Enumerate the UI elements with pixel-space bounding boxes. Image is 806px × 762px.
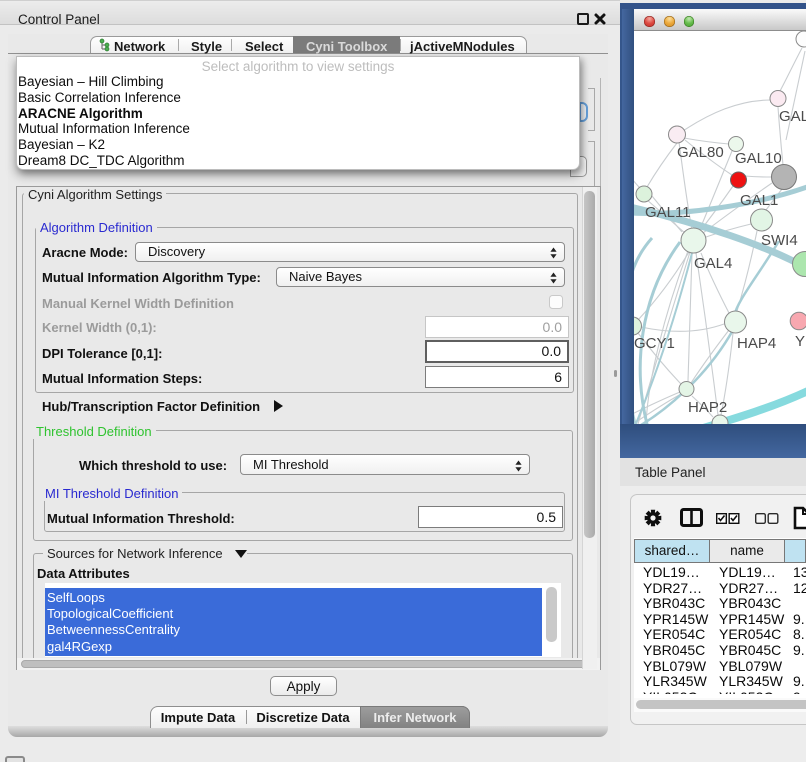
svg-text:SWI4: SWI4 <box>761 232 798 249</box>
svg-text:GAL10: GAL10 <box>735 150 782 167</box>
svg-text:GAL80: GAL80 <box>677 144 724 161</box>
svg-text:HAP2: HAP2 <box>688 399 727 416</box>
svg-text:Y: Y <box>795 333 805 350</box>
svg-text:GAL4: GAL4 <box>694 255 732 272</box>
svg-text:GAL: GAL <box>779 108 806 125</box>
svg-text:GAL11: GAL11 <box>645 204 691 221</box>
svg-text:HAP4: HAP4 <box>737 335 776 352</box>
svg-text:GCY1: GCY1 <box>634 335 675 352</box>
svg-text:GAL1: GAL1 <box>740 192 778 209</box>
